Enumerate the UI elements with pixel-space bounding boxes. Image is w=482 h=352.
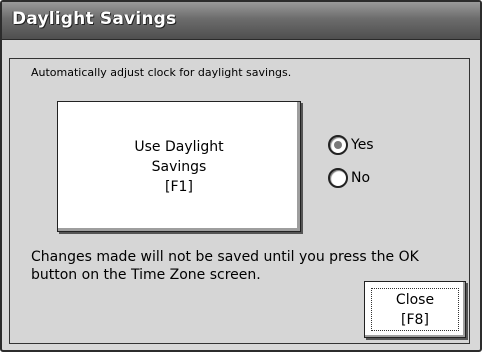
no-radio-button[interactable] xyxy=(328,168,348,188)
description-text: Automatically adjust clock for daylight … xyxy=(31,66,292,79)
no-radio-option[interactable]: No xyxy=(328,167,370,189)
title-bar: Daylight Savings xyxy=(2,2,480,40)
save-note-text: Changes made will not be saved until you… xyxy=(31,249,419,283)
yes-radio-button[interactable] xyxy=(328,135,348,155)
no-radio-label[interactable]: No xyxy=(351,170,370,186)
yes-radio-option[interactable]: Yes xyxy=(328,134,374,156)
yes-radio-label[interactable]: Yes xyxy=(351,137,374,153)
close-button-label: Close [F8] xyxy=(395,291,435,328)
use-daylight-savings-label: Use Daylight Savings [F1] xyxy=(134,138,224,195)
close-button[interactable]: Close [F8] xyxy=(364,281,466,338)
dialog-title: Daylight Savings xyxy=(12,9,177,29)
use-daylight-savings-button[interactable]: Use Daylight Savings [F1] xyxy=(57,101,301,232)
radio-selected-dot-icon xyxy=(334,141,342,149)
